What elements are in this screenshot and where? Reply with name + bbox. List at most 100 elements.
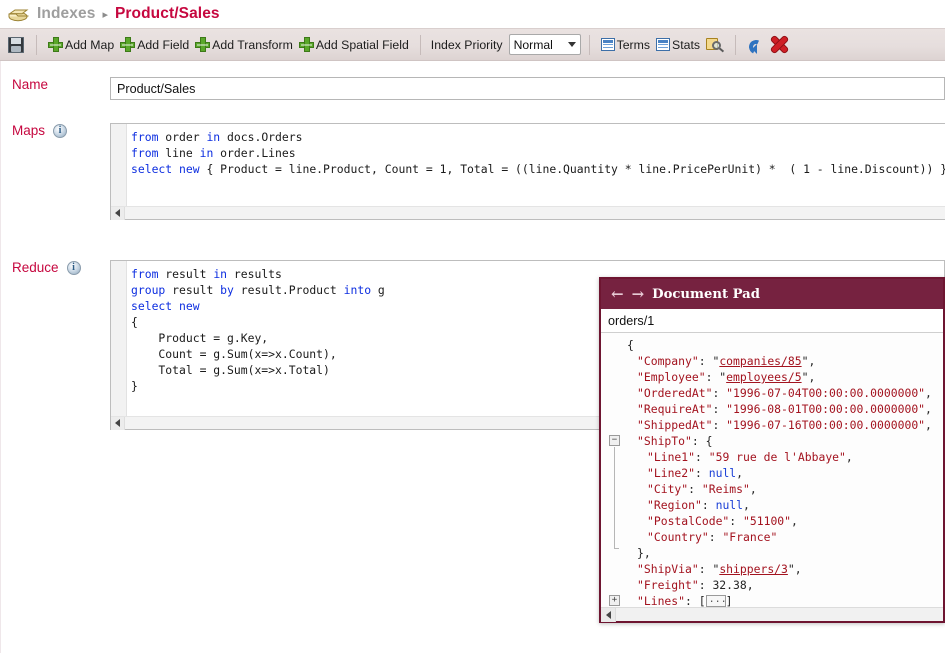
arrow-left-icon[interactable]: ← (611, 287, 624, 302)
add-field-label: Add Field (137, 38, 189, 52)
json-line-content: "Freight": 32.38, (637, 578, 754, 592)
add-spatial-field-label: Add Spatial Field (316, 38, 409, 52)
json-key: "Line1" (647, 450, 695, 464)
plus-icon (299, 37, 314, 52)
delete-icon (771, 36, 788, 53)
add-map-label: Add Map (65, 38, 114, 52)
json-line-content: "City": "Reims", (647, 482, 757, 496)
info-icon[interactable]: i (53, 124, 67, 138)
json-line: "Company": "companies/85", (605, 353, 943, 369)
terms-label: Terms (617, 38, 650, 52)
reset-button[interactable] (744, 35, 768, 55)
document-pad-body[interactable]: {"Company": "companies/85","Employee": "… (601, 333, 943, 607)
json-line-content: "Company": "companies/85", (637, 354, 815, 368)
json-punct: : (712, 402, 726, 416)
json-line-content: "Country": "France" (647, 530, 777, 544)
document-pad-titlebar: ← → Document Pad (601, 279, 943, 309)
stats-label: Stats (672, 38, 700, 52)
toolbar-divider (36, 35, 37, 55)
json-punct: : (695, 450, 709, 464)
scroll-left-button[interactable] (601, 608, 616, 622)
json-line-content: "Employee": "employees/5", (637, 370, 815, 384)
json-key: "ShipTo" (637, 434, 692, 448)
scroll-left-button[interactable] (111, 207, 125, 220)
name-input[interactable] (110, 77, 945, 100)
json-line: "Line1": "59 rue de l'Abbaye", (605, 449, 943, 465)
json-punct: : (692, 434, 706, 448)
json-string: "France" (722, 530, 777, 544)
json-string: "1996-07-04T00:00:00.0000000" (726, 386, 925, 400)
document-json-view[interactable]: {"Company": "companies/85","Employee": "… (601, 337, 943, 607)
json-key: "RequireAt" (637, 402, 712, 416)
json-punct: , (846, 450, 853, 464)
collapsed-array-box[interactable] (706, 595, 726, 607)
maps-label-wrap: Maps i (0, 123, 110, 138)
json-key: "Freight" (637, 578, 699, 592)
collapse-toggle-icon[interactable]: − (609, 435, 620, 446)
json-punct: , (750, 482, 757, 496)
json-punct: : (699, 562, 713, 576)
json-key: "OrderedAt" (637, 386, 712, 400)
breadcrumb-separator-icon: ▸ (102, 8, 108, 21)
document-pad-title: Document Pad (652, 287, 760, 302)
json-line-content: "RequireAt": "1996-08-01T00:00:00.000000… (637, 402, 932, 416)
grid-icon (601, 38, 615, 51)
info-icon[interactable]: i (67, 261, 81, 275)
index-priority-select[interactable]: Normal (509, 34, 581, 55)
save-button[interactable] (6, 36, 28, 54)
arrow-left-icon (115, 209, 120, 217)
document-pad-panel: ← → Document Pad orders/1 {"Company": "c… (599, 277, 945, 623)
scroll-left-button[interactable] (111, 417, 125, 430)
json-line-content: "Lines": [] (637, 594, 732, 607)
json-line: "Country": "France" (605, 529, 943, 545)
json-punct: }, (637, 546, 651, 560)
json-line-content: "PostalCode": "51100", (647, 514, 798, 528)
maps-editor[interactable]: from order in docs.Orders from line in o… (110, 123, 945, 220)
name-row: Name (0, 77, 945, 100)
json-punct: : (729, 514, 743, 528)
chevron-down-icon (568, 42, 576, 47)
json-punct: , (747, 578, 754, 592)
json-string: "51100" (743, 514, 791, 528)
json-line-content: "OrderedAt": "1996-07-04T00:00:00.000000… (637, 386, 932, 400)
document-link[interactable]: companies/85 (719, 354, 801, 368)
maps-row: Maps i from order in docs.Orders from li… (0, 123, 945, 220)
index-priority-value: Normal (514, 38, 553, 52)
breadcrumb-root[interactable]: Indexes (37, 5, 95, 23)
json-key: "Company" (637, 354, 699, 368)
json-key: "Employee" (637, 370, 706, 384)
left-edge-rule (0, 61, 1, 653)
document-link[interactable]: employees/5 (726, 370, 801, 384)
index-priority-label: Index Priority (431, 38, 503, 52)
json-punct: : (685, 594, 699, 607)
save-icon (8, 37, 24, 53)
add-transform-label: Add Transform (212, 38, 293, 52)
query-button[interactable] (703, 35, 727, 55)
document-link[interactable]: shippers/3 (719, 562, 788, 576)
json-punct: : (709, 530, 723, 544)
terms-button[interactable]: Terms (598, 36, 653, 54)
add-field-button[interactable]: Add Field (117, 35, 192, 54)
delete-button[interactable] (768, 34, 791, 55)
index-icon (8, 5, 30, 23)
json-punct: , (925, 402, 932, 416)
document-pad-horizontal-scrollbar[interactable] (601, 607, 943, 621)
maps-horizontal-scrollbar[interactable] (111, 206, 945, 219)
expand-toggle-icon[interactable]: + (609, 595, 620, 606)
reduce-label: Reduce (12, 260, 59, 275)
document-id-field[interactable]: orders/1 (601, 309, 943, 333)
add-spatial-field-button[interactable]: Add Spatial Field (296, 35, 412, 54)
json-punct: , (795, 562, 802, 576)
json-line: "City": "Reims", (605, 481, 943, 497)
breadcrumb-current: Product/Sales (115, 5, 220, 23)
json-key: "ShippedAt" (637, 418, 712, 432)
plus-icon (48, 37, 63, 52)
add-map-button[interactable]: Add Map (45, 35, 117, 54)
arrow-right-icon[interactable]: → (632, 287, 645, 302)
stats-button[interactable]: Stats (653, 36, 703, 54)
add-transform-button[interactable]: Add Transform (192, 35, 296, 54)
json-line: }, (605, 545, 943, 561)
json-line: −"ShipTo": { (605, 433, 943, 449)
json-key: "City" (647, 482, 688, 496)
maps-code[interactable]: from order in docs.Orders from line in o… (111, 124, 945, 206)
